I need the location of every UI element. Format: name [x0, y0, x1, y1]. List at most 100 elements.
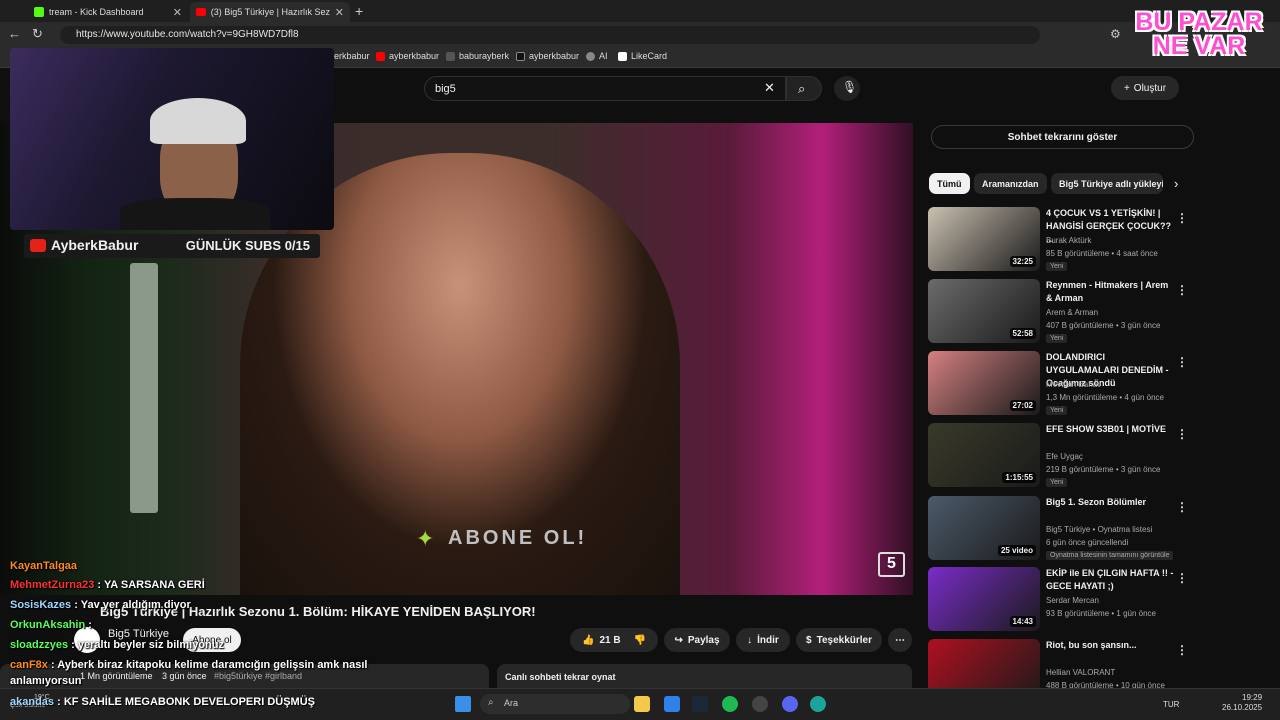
video-title[interactable]: Big5 1. Sezon Bölümler	[1046, 496, 1176, 509]
tab-kick-dashboard[interactable]: tream - Kick Dashboard ✕	[28, 2, 188, 22]
video-title[interactable]: EFE SHOW S3B01 | MOTİVE	[1046, 423, 1176, 436]
video-channel[interactable]: Serdar Mercan	[1046, 596, 1099, 605]
youtube-icon	[196, 8, 206, 16]
recommended-video-card[interactable]: 32:25 4 ÇOCUK VS 1 YETİŞKİN! | HANGİSİ GE…	[928, 207, 1188, 273]
kick-icon	[34, 7, 44, 17]
bookmark-item[interactable]: baburayberk	[446, 51, 509, 61]
thanks-button[interactable]: $ Teşekkürler	[796, 628, 882, 652]
video-duration: 1:15:55	[1002, 472, 1036, 483]
discord-icon[interactable]	[782, 696, 798, 712]
more-vert-icon[interactable]: ⋮	[1176, 571, 1188, 585]
more-vert-icon[interactable]: ⋮	[1176, 500, 1188, 514]
bookmark-item[interactable]: erkbabur	[334, 51, 370, 61]
share-button[interactable]: ↪ Paylaş	[664, 628, 730, 652]
video-thumbnail[interactable]: 1:15:55	[928, 423, 1040, 487]
recommended-video-card[interactable]: 27:02 DOLANDIRICI UYGULAMALARI DENEDİM - …	[928, 351, 1188, 417]
video-light	[130, 263, 158, 513]
video-channel[interactable]: Arem & Arman	[1046, 308, 1098, 317]
video-meta: 6 gün önce güncellendi	[1046, 538, 1129, 547]
thumbs-down-icon[interactable]: 👎	[634, 635, 646, 646]
close-tab-icon[interactable]: ✕	[335, 6, 344, 19]
video-channel[interactable]: Efe Uygaç	[1046, 452, 1083, 461]
video-channel[interactable]: Mevtcan Bahav	[1046, 380, 1101, 389]
chip-from-uploader[interactable]: Big5 Türkiye adlı yükleyi	[1051, 173, 1163, 194]
show-chat-replay-button[interactable]: Sohbet tekrarını göster	[931, 125, 1194, 149]
video-duration: 25 video	[997, 545, 1036, 556]
video-title[interactable]: Reynmen - Hitmakers | Arem & Arman	[1046, 279, 1176, 305]
more-vert-icon[interactable]: ⋮	[1176, 427, 1188, 441]
brand-overlay: BU PAZAR NE VAR	[1135, 8, 1263, 60]
windows-start-icon[interactable]	[455, 696, 471, 712]
download-icon: ↓	[747, 634, 753, 646]
youtube-icon	[376, 51, 385, 61]
spotify-icon[interactable]	[722, 696, 738, 712]
chip-from-search[interactable]: Aramanızdan	[974, 173, 1047, 194]
chat-message: SosisKazes : Yav yer aldığım diyor	[10, 599, 191, 611]
search-button[interactable]: ⌕	[786, 76, 822, 101]
voice-search-button[interactable]: 🎙	[834, 76, 860, 101]
streamer-banner: AyberkBabur GÜNLÜK SUBS 0/15	[24, 234, 320, 258]
new-tab-icon[interactable]: +	[355, 3, 363, 19]
video-duration: 14:43	[1009, 616, 1036, 627]
recommended-video-card[interactable]: 1:15:55 EFE SHOW S3B01 | MOTİVE Efe Uygaç 2…	[928, 423, 1188, 489]
video-meta: 407 B görüntüleme • 3 gün önce	[1046, 321, 1161, 330]
more-vert-icon[interactable]: ⋮	[1176, 355, 1188, 369]
clear-search-icon[interactable]: ✕	[764, 80, 775, 96]
steam-icon[interactable]	[692, 696, 708, 712]
video-thumbnail[interactable]: 32:25	[928, 207, 1040, 271]
video-meta: 85 B görüntüleme • 4 saat önce	[1046, 249, 1158, 258]
more-vert-icon[interactable]: ⋮	[1176, 211, 1188, 225]
likecard-icon	[618, 51, 627, 61]
chat-message: KayanTalgaa	[10, 560, 78, 572]
chat-message: sloadzzyes : yeraltı beyler siz bilmiyon…	[10, 639, 224, 651]
new-badge: Yeni	[1046, 406, 1068, 415]
video-channel[interactable]: Big5 Türkiye • Oynatma listesi	[1046, 525, 1152, 534]
download-button[interactable]: ↓ İndir	[736, 628, 790, 652]
subs-goal: GÜNLÜK SUBS 0/15	[185, 238, 310, 253]
video-title[interactable]: Riot, bu son şansın...	[1046, 639, 1176, 652]
back-icon[interactable]: ←	[8, 26, 21, 41]
globe-icon	[586, 51, 595, 61]
taskbar-search[interactable]: Ara	[480, 694, 630, 714]
chip-all[interactable]: Tümü	[929, 173, 970, 194]
file-explorer-icon[interactable]	[634, 696, 650, 712]
video-thumbnail[interactable]: 27:02	[928, 351, 1040, 415]
bookmark-item[interactable]: ayberkbabur	[376, 51, 439, 61]
recommended-video-card[interactable]: 14:43 EKİP ile EN ÇILGIN HAFTA !! - GECE …	[928, 567, 1188, 633]
more-icon: ⋯	[895, 634, 905, 646]
video-meta: 219 B görüntüleme • 3 gün önce	[1046, 465, 1161, 474]
video-channel[interactable]: Burak Aktürk	[1046, 236, 1091, 245]
recommended-video-card[interactable]: 25 video Big5 1. Sezon Bölümler Big5 Türki…	[928, 496, 1188, 562]
tab-youtube[interactable]: (3) Big5 Türkiye | Hazırlık Sezonu ✕	[190, 2, 350, 22]
like-button[interactable]: 👍 21 B 👎	[570, 628, 658, 652]
video-thumbnail[interactable]: 52:58	[928, 279, 1040, 343]
video-channel[interactable]: Hellian VALORANT	[1046, 668, 1115, 677]
sparkle-icon: ✦	[416, 526, 435, 551]
clock[interactable]: 19:29 26.10.2025	[1222, 693, 1262, 713]
recommended-video-card[interactable]: 52:58 Reynmen - Hitmakers | Arem & Arman A…	[928, 279, 1188, 345]
photos-icon[interactable]	[664, 696, 680, 712]
video-thumbnail[interactable]: 14:43	[928, 567, 1040, 631]
x-icon	[446, 51, 455, 61]
video-thumbnail[interactable]: 25 video	[928, 496, 1040, 560]
bookmark-item[interactable]: LikeCard	[618, 51, 667, 61]
close-tab-icon[interactable]: ✕	[173, 6, 182, 19]
more-vert-icon[interactable]: ⋮	[1176, 643, 1188, 657]
edge-icon[interactable]	[810, 696, 826, 712]
refresh-icon[interactable]: ↻	[32, 26, 43, 42]
obs-icon[interactable]	[752, 696, 768, 712]
youtube-icon	[30, 239, 46, 252]
streamer-name: AyberkBabur	[51, 237, 139, 253]
video-title[interactable]: EKİP ile EN ÇILGIN HAFTA !! - GECE HAYAT…	[1046, 567, 1176, 593]
bookmark-item[interactable]: ayberkbabur	[516, 51, 579, 61]
search-input[interactable]: big5	[424, 76, 786, 101]
url-input[interactable]: https://www.youtube.com/watch?v=9GH8WD7D…	[60, 26, 1040, 44]
bookmark-item[interactable]: AI	[586, 51, 608, 61]
webcam-overlay	[10, 48, 334, 230]
chevron-right-icon[interactable]: ›	[1174, 176, 1178, 191]
language-indicator[interactable]: TUR	[1163, 700, 1179, 709]
extensions-icon[interactable]: ⚙	[1110, 27, 1121, 41]
more-actions-button[interactable]: ⋯	[888, 628, 912, 652]
chat-message: MehmetZurna23 : YA SARSANA GERİ	[10, 579, 205, 591]
more-vert-icon[interactable]: ⋮	[1176, 283, 1188, 297]
